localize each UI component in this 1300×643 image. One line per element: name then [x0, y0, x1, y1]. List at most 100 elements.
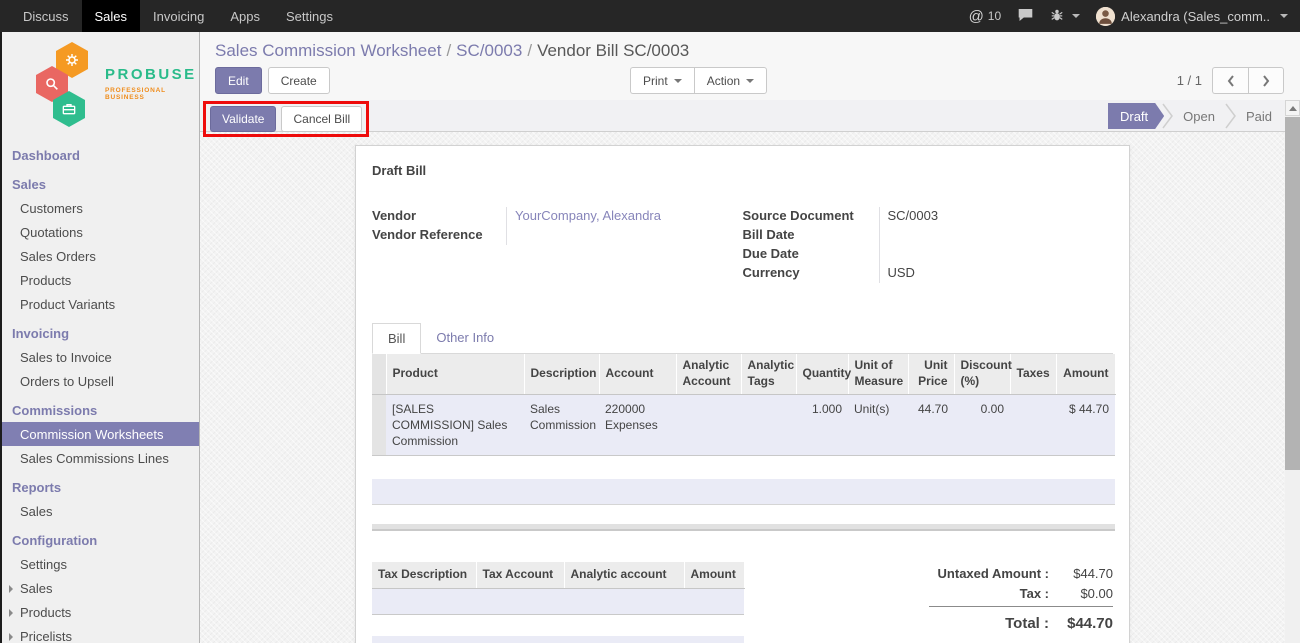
- menu-invoicing[interactable]: Invoicing: [140, 0, 217, 32]
- tax-value: $0.00: [1049, 586, 1113, 601]
- validate-button[interactable]: Validate: [210, 106, 276, 132]
- menu-settings[interactable]: Settings: [273, 0, 346, 32]
- cell-analytic-account: [676, 394, 741, 456]
- source-document-label: Source Document: [743, 207, 879, 226]
- sidebar-item-dashboard[interactable]: Dashboard: [2, 143, 199, 167]
- pager-next-button[interactable]: [1248, 67, 1284, 94]
- statusbar: Validate Cancel Bill Draft Open Paid: [200, 100, 1300, 132]
- user-menu[interactable]: Alexandra (Sales_comm..: [1096, 7, 1288, 26]
- empty-stripe: [372, 636, 744, 643]
- cell-account: 220000 Expenses: [599, 394, 676, 456]
- col-account: Account: [599, 354, 676, 394]
- state-draft[interactable]: Draft: [1108, 103, 1164, 129]
- sidebar-section-invoicing[interactable]: Invoicing: [2, 321, 199, 345]
- col-product: Product: [386, 354, 524, 394]
- state-paid[interactable]: Paid: [1234, 103, 1284, 129]
- pager-value: 1 / 1: [1177, 73, 1202, 88]
- tab-bill[interactable]: Bill: [372, 323, 421, 354]
- totals-divider: [929, 606, 1113, 607]
- vertical-scrollbar[interactable]: [1285, 100, 1300, 643]
- sidebar-item-orders-to-upsell[interactable]: Orders to Upsell: [2, 369, 199, 393]
- horizontal-scrollbar[interactable]: [372, 524, 1115, 531]
- sidebar-section-sales[interactable]: Sales: [2, 172, 199, 196]
- sidebar-item-products[interactable]: Products: [2, 268, 199, 292]
- logo-hexagons: [36, 42, 98, 126]
- col-unit-price: Unit Price: [908, 354, 954, 394]
- logo-text: PROBUSE PROFESSIONAL BUSINESS: [105, 67, 197, 101]
- bill-line-row[interactable]: [SALES COMMISSION] Sales Commission Sale…: [372, 394, 1115, 456]
- vendor-value-link[interactable]: YourCompany, Alexandra: [506, 207, 743, 226]
- tax-cell: [372, 588, 476, 614]
- sidebar-section-configuration[interactable]: Configuration: [2, 528, 199, 552]
- vendor-reference-label: Vendor Reference: [372, 226, 506, 245]
- pager-previous-button[interactable]: [1212, 67, 1248, 94]
- sidebar-menu: Dashboard Sales Customers Quotations Sal…: [2, 143, 199, 643]
- breadcrumb-separator: /: [441, 41, 456, 60]
- menu-apps[interactable]: Apps: [217, 0, 273, 32]
- sidebar-item-product-variants[interactable]: Product Variants: [2, 292, 199, 316]
- control-panel: Sales Commission Worksheet/SC/0003/Vendo…: [200, 32, 1300, 100]
- page-title: Draft Bill: [372, 163, 1113, 178]
- menu-sales[interactable]: Sales: [82, 0, 141, 32]
- breadcrumb-separator: /: [522, 41, 537, 60]
- app-window: Discuss Sales Invoicing Apps Settings @ …: [0, 0, 1300, 643]
- untaxed-amount-label: Untaxed Amount :: [938, 566, 1049, 581]
- sidebar-item-sales-orders[interactable]: Sales Orders: [2, 244, 199, 268]
- field-group-right: Source Document SC/0003 Bill Date Due Da…: [743, 207, 1114, 283]
- edit-button[interactable]: Edit: [215, 67, 262, 94]
- sidebar-item-reports-sales[interactable]: Sales: [2, 499, 199, 523]
- print-action-group: Print Action: [630, 67, 767, 94]
- cancel-bill-button[interactable]: Cancel Bill: [281, 106, 362, 132]
- sidebar-item-config-products[interactable]: Products: [2, 600, 199, 624]
- status-widget: Draft Open Paid: [1108, 103, 1284, 129]
- menu-discuss[interactable]: Discuss: [10, 0, 82, 32]
- lines-header-row: Product Description Account Analytic Acc…: [372, 354, 1115, 394]
- breadcrumb-worksheet-link[interactable]: Sales Commission Worksheet: [215, 41, 441, 60]
- chevron-right-icon: [1261, 73, 1271, 89]
- source-document-value: SC/0003: [879, 207, 1114, 226]
- sidebar-item-commission-worksheets[interactable]: Commission Worksheets: [2, 422, 199, 446]
- messages-button[interactable]: [1017, 8, 1034, 25]
- create-button[interactable]: Create: [268, 67, 330, 94]
- scrollbar-thumb[interactable]: [1285, 117, 1300, 470]
- state-open[interactable]: Open: [1171, 103, 1227, 129]
- record-buttons: Edit Create: [215, 67, 330, 94]
- bill-date-value: [879, 226, 1114, 245]
- col-taxes: Taxes: [1010, 354, 1056, 394]
- tax-cell: [684, 588, 744, 614]
- cell-amount: $ 44.70: [1056, 394, 1115, 456]
- sidebar-section-reports[interactable]: Reports: [2, 475, 199, 499]
- action-button[interactable]: Action: [694, 67, 767, 94]
- sheet-bottom: Tax Description Tax Account Analytic acc…: [372, 562, 1113, 643]
- col-amount: Amount: [1056, 354, 1115, 394]
- sidebar-item-settings[interactable]: Settings: [2, 552, 199, 576]
- sidebar-item-config-sales[interactable]: Sales: [2, 576, 199, 600]
- mention-icon: @: [969, 8, 984, 25]
- currency-value: USD: [879, 264, 1114, 283]
- sidebar-item-customers[interactable]: Customers: [2, 196, 199, 220]
- sidebar-item-config-pricelists[interactable]: Pricelists: [2, 624, 199, 643]
- debug-menu-button[interactable]: [1050, 8, 1080, 25]
- tab-other-info[interactable]: Other Info: [421, 323, 509, 353]
- col-tax-description: Tax Description: [372, 562, 476, 588]
- logo-title: PROBUSE: [105, 67, 197, 84]
- breadcrumb-sc0003-link[interactable]: SC/0003: [456, 41, 522, 60]
- chevron-left-icon: [1226, 73, 1236, 89]
- sidebar-item-sales-to-invoice[interactable]: Sales to Invoice: [2, 345, 199, 369]
- sidebar-item-quotations[interactable]: Quotations: [2, 220, 199, 244]
- inbox-mention-button[interactable]: @ 10: [969, 8, 1002, 25]
- tax-header-row: Tax Description Tax Account Analytic acc…: [372, 562, 744, 588]
- total-row: Total : $44.70: [921, 610, 1113, 636]
- logo-subtitle: PROFESSIONAL BUSINESS: [105, 87, 197, 101]
- sidebar-section-commissions[interactable]: Commissions: [2, 398, 199, 422]
- print-button[interactable]: Print: [630, 67, 694, 94]
- scrollbar-up-button[interactable]: [1285, 100, 1300, 116]
- breadcrumb: Sales Commission Worksheet/SC/0003/Vendo…: [200, 32, 1300, 61]
- tax-row: Tax : $0.00: [921, 583, 1113, 603]
- bill-lines-table: Product Description Account Analytic Acc…: [372, 354, 1116, 456]
- row-handle: [372, 394, 386, 456]
- col-tax-analytic-account: Analytic account: [564, 562, 684, 588]
- probuse-logo[interactable]: PROBUSE PROFESSIONAL BUSINESS: [2, 32, 199, 138]
- mention-count: 10: [988, 9, 1001, 23]
- sidebar-item-sales-commissions-lines[interactable]: Sales Commissions Lines: [2, 446, 199, 470]
